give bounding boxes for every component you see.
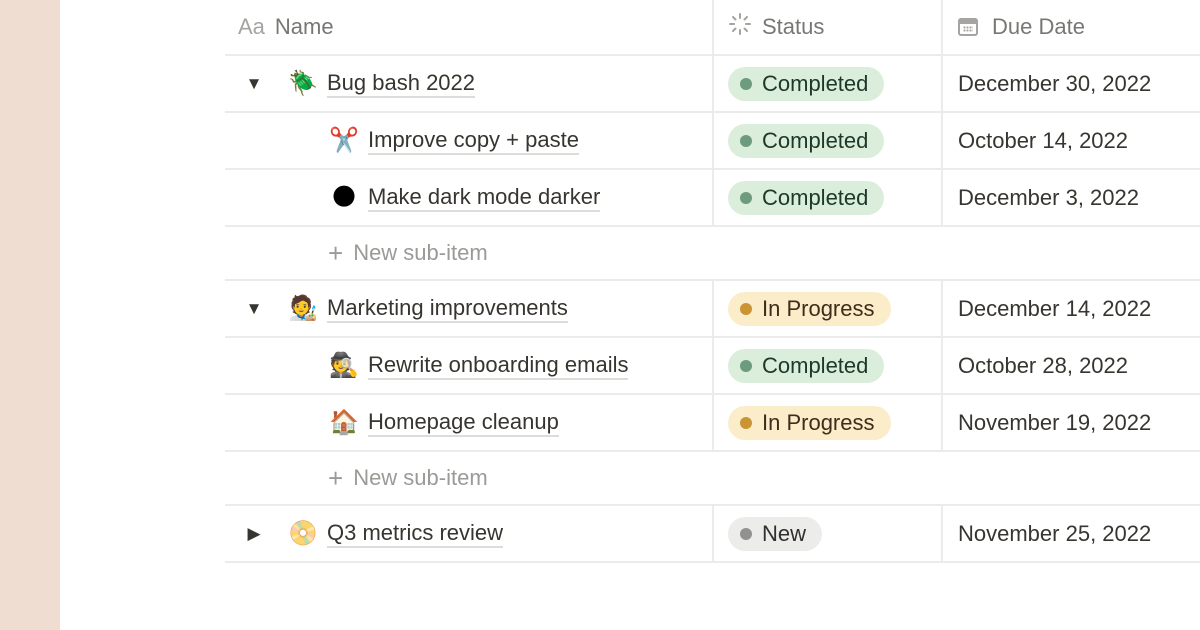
status-cell[interactable]: Completed xyxy=(712,56,941,111)
status-badge: Completed xyxy=(728,66,885,101)
page-title-link[interactable]: Rewrite onboarding emails xyxy=(368,352,629,380)
table-header: Aa Name Status Due Date xyxy=(225,0,1200,56)
column-header-due-date[interactable]: Due Date xyxy=(941,0,1200,54)
plus-icon: + xyxy=(328,462,344,493)
status-label: Completed xyxy=(762,70,869,96)
due-date-value: October 14, 2022 xyxy=(958,127,1129,153)
status-property-icon xyxy=(728,12,752,42)
calendar-icon xyxy=(958,18,978,36)
status-dot-icon xyxy=(740,77,752,90)
page-title-link[interactable]: Homepage cleanup xyxy=(368,409,559,437)
expand-toggle-icon[interactable]: ▶ xyxy=(243,524,265,544)
table-row[interactable]: 🏠 Homepage cleanup In Progress November … xyxy=(225,395,1200,452)
status-label: Completed xyxy=(762,127,869,153)
status-badge: New xyxy=(728,516,823,551)
due-date-value: November 19, 2022 xyxy=(958,409,1152,435)
table-row[interactable]: ▶ 📀 Q3 metrics review New November 25, 2… xyxy=(225,506,1200,563)
name-cell[interactable]: ▼ 🧑‍🎨 Marketing improvements xyxy=(225,281,712,336)
due-date-cell[interactable]: October 28, 2022 xyxy=(941,338,1200,393)
page-title-link[interactable]: Bug bash 2022 xyxy=(327,70,476,98)
page-emoji-icon: 📀 xyxy=(288,520,318,547)
due-date-cell[interactable]: October 14, 2022 xyxy=(941,113,1200,168)
new-sub-item-row[interactable]: + New sub-item xyxy=(225,452,1200,506)
plus-icon: + xyxy=(328,237,344,268)
status-badge: Completed xyxy=(728,348,885,383)
table-row[interactable]: ▼ 🧑‍🎨 Marketing improvements In Progress… xyxy=(225,281,1200,338)
status-label: In Progress xyxy=(762,295,875,321)
name-cell[interactable]: ▼ 🪲 Bug bash 2022 xyxy=(225,56,712,111)
status-label: Completed xyxy=(762,184,869,210)
status-badge: Completed xyxy=(728,123,885,158)
status-dot-icon xyxy=(740,302,752,315)
name-cell[interactable]: ▶ 📀 Q3 metrics review xyxy=(225,506,712,561)
due-date-value: December 14, 2022 xyxy=(958,295,1152,321)
page-emoji-icon: 🌑 xyxy=(331,184,357,211)
status-dot-icon xyxy=(740,134,752,147)
page-emoji-icon: ✂️ xyxy=(329,127,359,154)
new-sub-item-row[interactable]: + New sub-item xyxy=(225,227,1200,281)
name-cell[interactable]: 🏠 Homepage cleanup xyxy=(225,395,712,450)
status-dot-icon xyxy=(740,359,752,372)
page-title-link[interactable]: Make dark mode darker xyxy=(368,184,601,212)
status-badge: Completed xyxy=(728,180,885,215)
new-sub-item-label: New sub-item xyxy=(353,465,488,490)
name-cell[interactable]: 🌑 Make dark mode darker xyxy=(225,170,712,225)
page-emoji-icon: 🕵️ xyxy=(329,352,359,379)
column-label: Due Date xyxy=(992,14,1085,39)
status-cell[interactable]: In Progress xyxy=(712,281,941,336)
table-row[interactable]: ✂️ Improve copy + paste Completed Octobe… xyxy=(225,113,1200,170)
page-title-link[interactable]: Marketing improvements xyxy=(327,295,568,323)
status-label: In Progress xyxy=(762,409,875,435)
due-date-value: October 28, 2022 xyxy=(958,352,1129,378)
page-title-link[interactable]: Q3 metrics review xyxy=(327,520,504,548)
page-title-link[interactable]: Improve copy + paste xyxy=(368,127,579,155)
new-sub-item-label: New sub-item xyxy=(353,240,488,265)
status-dot-icon xyxy=(740,416,752,429)
due-date-value: December 30, 2022 xyxy=(958,70,1152,96)
status-cell[interactable]: In Progress xyxy=(712,395,941,450)
name-cell[interactable]: ✂️ Improve copy + paste xyxy=(225,113,712,168)
page-emoji-icon: 🧑‍🎨 xyxy=(288,295,318,322)
due-date-cell[interactable]: December 30, 2022 xyxy=(941,56,1200,111)
status-label: Completed xyxy=(762,352,869,378)
status-cell[interactable]: Completed xyxy=(712,338,941,393)
due-date-cell[interactable]: November 25, 2022 xyxy=(941,506,1200,561)
due-date-value: December 3, 2022 xyxy=(958,184,1139,210)
status-badge: In Progress xyxy=(728,405,891,440)
due-date-value: November 25, 2022 xyxy=(958,520,1152,546)
collapse-toggle-icon[interactable]: ▼ xyxy=(243,74,265,94)
due-date-cell[interactable]: December 14, 2022 xyxy=(941,281,1200,336)
column-label: Name xyxy=(274,14,334,39)
status-badge: In Progress xyxy=(728,291,891,326)
new-sub-item-button[interactable]: + New sub-item xyxy=(225,452,1200,504)
table-row[interactable]: 🌑 Make dark mode darker Completed Decemb… xyxy=(225,170,1200,227)
page-emoji-icon: 🪲 xyxy=(288,70,318,97)
name-cell[interactable]: 🕵️ Rewrite onboarding emails xyxy=(225,338,712,393)
column-header-name[interactable]: Aa Name xyxy=(225,0,712,54)
status-label: New xyxy=(762,520,807,546)
table-row[interactable]: ▼ 🪲 Bug bash 2022 Completed December 30,… xyxy=(225,56,1200,113)
new-sub-item-button[interactable]: + New sub-item xyxy=(225,227,1200,279)
due-date-cell[interactable]: November 19, 2022 xyxy=(941,395,1200,450)
status-cell[interactable]: New xyxy=(712,506,941,561)
collapse-toggle-icon[interactable]: ▼ xyxy=(243,299,265,319)
due-date-cell[interactable]: December 3, 2022 xyxy=(941,170,1200,225)
page-emoji-icon: 🏠 xyxy=(329,409,359,436)
status-dot-icon xyxy=(740,527,752,540)
text-property-icon: Aa xyxy=(238,14,265,39)
left-accent-panel xyxy=(0,0,60,630)
column-header-status[interactable]: Status xyxy=(712,0,941,54)
status-dot-icon xyxy=(740,191,752,204)
database-table: Aa Name Status Due Date ▼ 🪲 Bug bash 202… xyxy=(225,0,1200,563)
table-row[interactable]: 🕵️ Rewrite onboarding emails Completed O… xyxy=(225,338,1200,395)
status-cell[interactable]: Completed xyxy=(712,113,941,168)
column-label: Status xyxy=(762,14,825,39)
status-cell[interactable]: Completed xyxy=(712,170,941,225)
